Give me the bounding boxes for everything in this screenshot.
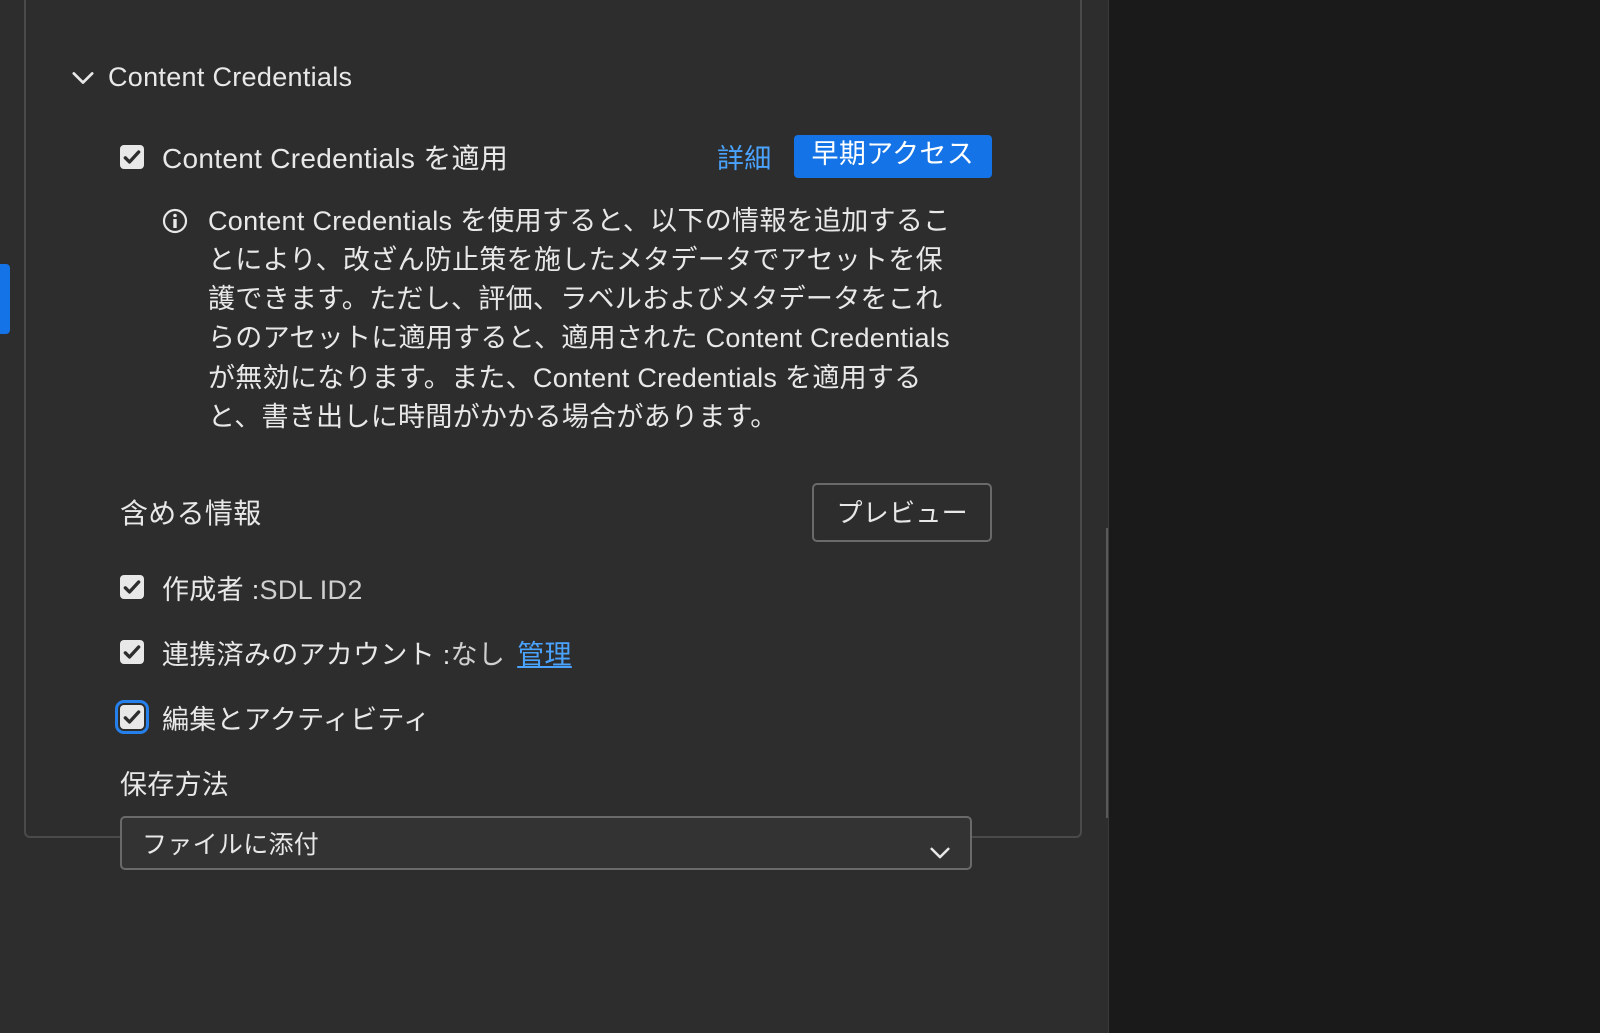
- include-creator-value: SDL ID2: [260, 575, 363, 605]
- save-method-title: 保存方法: [120, 763, 992, 802]
- include-creator-label-text: 作成者 :: [162, 575, 260, 605]
- include-account-checkbox[interactable]: [120, 640, 144, 664]
- right-dark-region: [1108, 0, 1600, 1033]
- info-icon: [162, 208, 188, 234]
- include-account-label-text: 連携済みのアカウント :: [162, 640, 451, 670]
- include-activity-checkbox[interactable]: [120, 705, 144, 729]
- preview-button[interactable]: プレビュー: [812, 483, 992, 542]
- include-activity-label: 編集とアクティビティ: [162, 698, 430, 737]
- include-title: 含める情報: [120, 492, 262, 532]
- apply-content-credentials-label: Content Credentials を適用: [162, 137, 508, 177]
- save-method-dropdown[interactable]: ファイルに添付: [120, 816, 972, 870]
- include-account-value: なし: [451, 640, 506, 670]
- early-access-badge: 早期アクセス: [794, 135, 992, 178]
- apply-content-credentials-checkbox[interactable]: [120, 145, 144, 169]
- details-link[interactable]: 詳細: [717, 137, 772, 176]
- chevron-down-icon: [930, 837, 950, 849]
- include-creator-checkbox[interactable]: [120, 575, 144, 599]
- include-creator-label: 作成者 :SDL ID2: [162, 568, 363, 607]
- section-title: Content Credentials: [108, 62, 352, 93]
- section-header-content-credentials[interactable]: Content Credentials: [72, 62, 992, 93]
- include-account-label: 連携済みのアカウント :なし管理: [162, 633, 572, 672]
- left-selected-tab-indicator: [0, 264, 10, 334]
- save-method-selected: ファイルに添付: [142, 825, 319, 861]
- info-description: Content Credentials を使用すると、以下の情報を追加することに…: [208, 202, 968, 437]
- settings-panel: Content Credentials Content Credentials …: [24, 0, 1082, 838]
- chevron-down-icon: [72, 71, 94, 85]
- manage-link[interactable]: 管理: [517, 640, 572, 670]
